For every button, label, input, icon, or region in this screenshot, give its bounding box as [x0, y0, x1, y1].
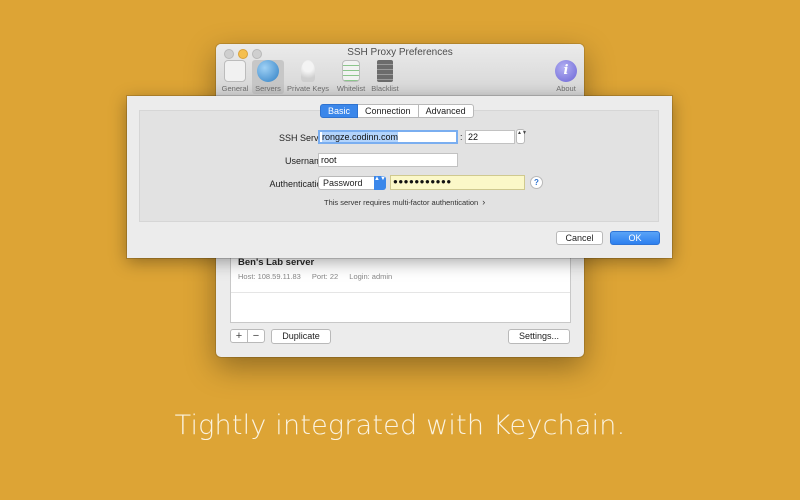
- duplicate-button[interactable]: Duplicate: [271, 329, 331, 344]
- password-field[interactable]: ●●●●●●●●●●●: [390, 175, 525, 190]
- toolbar-label: Private Keys: [286, 84, 330, 93]
- ssh-host-field[interactable]: rongze.codinn.com: [318, 130, 458, 144]
- globe-icon: [257, 60, 279, 82]
- info-icon: i: [555, 60, 577, 82]
- toolbar-general[interactable]: General: [220, 60, 250, 94]
- server-name: Ben's Lab server: [238, 257, 315, 268]
- remove-server-button[interactable]: −: [247, 329, 265, 343]
- ssh-host-value: rongze.codinn.com: [322, 132, 399, 142]
- auth-method-popup[interactable]: Password ▲▼: [318, 176, 386, 190]
- toolbar-about[interactable]: i About: [552, 60, 580, 94]
- toolbar-private-keys[interactable]: Private Keys: [286, 60, 330, 94]
- server-login: Login: admin: [349, 272, 393, 281]
- key-icon: [301, 60, 315, 82]
- tab-advanced[interactable]: Advanced: [418, 104, 474, 118]
- mfa-note-text: This server requires multi-factor authen…: [324, 198, 479, 207]
- ok-button[interactable]: OK: [610, 231, 660, 245]
- bottom-bar: + − Duplicate Settings...: [230, 329, 570, 345]
- toolbar-whitelist[interactable]: Whitelist: [335, 60, 367, 94]
- help-button[interactable]: ?: [530, 176, 543, 189]
- toolbar-label: Servers: [255, 84, 281, 93]
- username-label: Username:: [284, 156, 329, 166]
- whitelist-icon: [342, 60, 360, 82]
- tab-bar: Basic Connection Advanced: [320, 104, 474, 118]
- toolbar-label: Whitelist: [336, 84, 366, 93]
- server-host: Host: 108.59.11.83: [238, 272, 301, 281]
- cancel-button[interactable]: Cancel: [556, 231, 603, 245]
- ssh-server-label: SSH Server:: [278, 133, 329, 143]
- server-port: Port: 22: [311, 272, 339, 281]
- settings-button[interactable]: Settings...: [508, 329, 570, 344]
- ssh-port-field[interactable]: 22: [465, 130, 515, 144]
- tab-connection[interactable]: Connection: [358, 104, 419, 118]
- general-switch-icon: [224, 60, 246, 82]
- toolbar-label: General: [221, 84, 249, 93]
- toolbar-servers[interactable]: Servers: [252, 60, 284, 94]
- username-field[interactable]: root: [318, 153, 458, 167]
- add-server-button[interactable]: +: [230, 329, 248, 343]
- chevron-updown-icon: ▲▼: [374, 176, 386, 190]
- blacklist-icon: [377, 60, 393, 82]
- tab-basic[interactable]: Basic: [320, 104, 359, 118]
- chevron-right-icon: ›: [482, 197, 486, 207]
- window-title: SSH Proxy Preferences: [347, 47, 453, 58]
- mfa-link[interactable]: This server requires multi-factor authen…: [324, 197, 485, 207]
- toolbar-label: About: [556, 84, 576, 93]
- authentication-label: Authentication:: [269, 179, 329, 189]
- server-list[interactable]: Ben's Lab server Host: 108.59.11.83 Port…: [230, 256, 571, 323]
- tagline: Tightly integrated with Keychain.: [174, 410, 626, 441]
- toolbar-label: Blacklist: [371, 84, 399, 93]
- toolbar-blacklist[interactable]: Blacklist: [369, 60, 401, 94]
- port-stepper[interactable]: ▲▼: [516, 129, 527, 144]
- server-row[interactable]: Ben's Lab server Host: 108.59.11.83 Port…: [231, 256, 570, 293]
- server-details: Host: 108.59.11.83 Port: 22 Login: admin: [238, 272, 401, 281]
- host-port-separator: :: [460, 132, 463, 142]
- auth-method-value: Password: [323, 178, 363, 188]
- titlebar: SSH Proxy Preferences General Servers Pr…: [216, 44, 584, 97]
- server-edit-sheet: Basic Connection Advanced SSH Server: ro…: [127, 96, 672, 258]
